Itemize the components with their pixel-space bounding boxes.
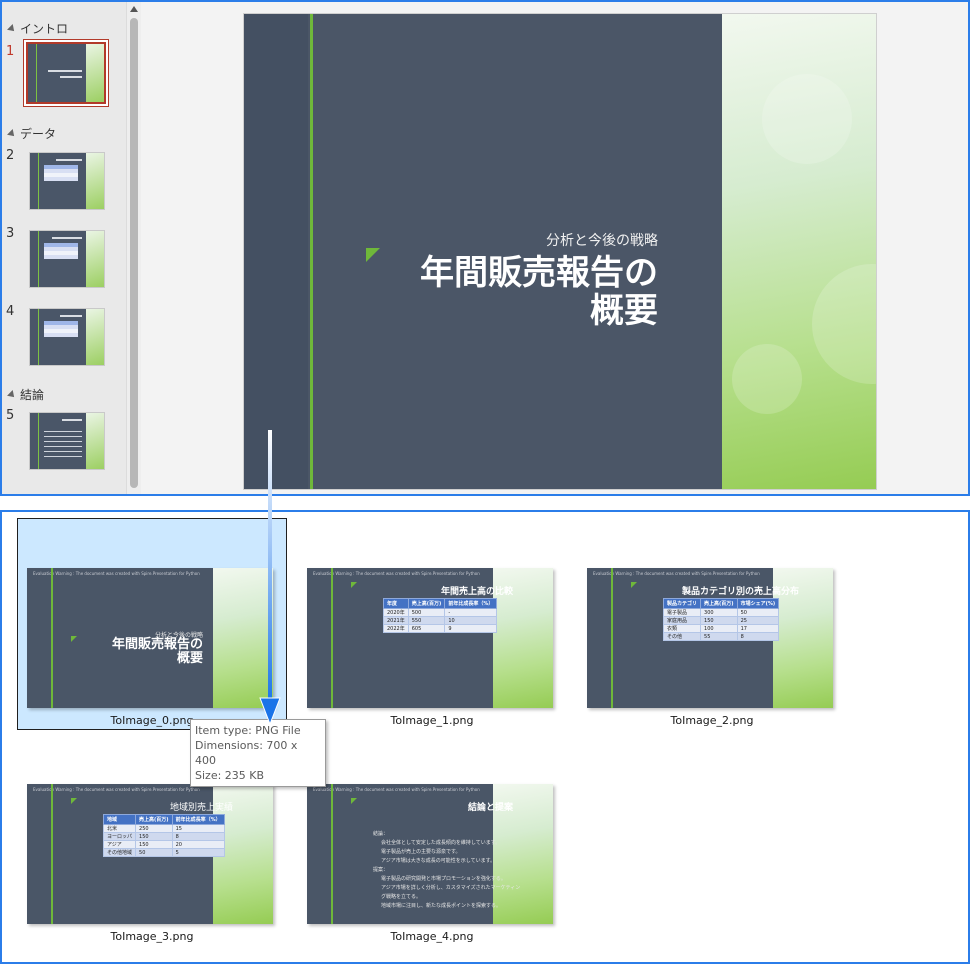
file-thumbnail: Evaluation Warning : The document was cr…	[307, 568, 553, 708]
slide-thumbnail-3[interactable]	[30, 231, 104, 287]
section-label: 結論	[20, 388, 45, 402]
slide-title-line: 年間販売報告の	[420, 253, 658, 293]
collapse-triangle-icon[interactable]	[7, 23, 17, 34]
section-header-conclusion[interactable]: 結論	[7, 386, 45, 403]
slide-subtitle[interactable]: 分析と今後の戦略	[546, 230, 658, 250]
section-header-data[interactable]: データ	[7, 125, 57, 142]
slide-number: 1	[6, 44, 15, 59]
file-info-tooltip: Item type: PNG File Dimensions: 700 x 40…	[190, 719, 326, 787]
file-name-label: ToImage_4.png	[390, 930, 474, 943]
thumb-title: 結論と提案	[467, 803, 513, 813]
section-label: イントロ	[20, 22, 69, 36]
thumb-title: 年間販売報告の 概要	[111, 637, 203, 666]
slide-thumbnail-2[interactable]	[30, 153, 104, 209]
section-label: データ	[20, 127, 57, 141]
slide-green-panel	[722, 14, 876, 489]
thumb-title: 年間売上高の比較	[440, 587, 513, 597]
file-name-label: ToImage_3.png	[110, 930, 194, 943]
thumb-title: 製品カテゴリ別の売上高分布	[681, 587, 799, 597]
slide-number: 3	[6, 226, 15, 241]
slide-number: 4	[6, 304, 15, 319]
drag-down-arrow-icon	[259, 430, 281, 726]
section-header-intro[interactable]: イントロ	[7, 20, 69, 37]
slide-thumbnail-pane: イントロ 1 データ 2 3 4 結論 5	[2, 2, 126, 494]
thumb-title: 地域別売上実績	[169, 803, 233, 813]
thumbnail-scrollbar[interactable]	[126, 2, 141, 494]
collapse-triangle-icon[interactable]	[7, 128, 17, 139]
thumb-table: 年度 売上高(百万) 前年比成長率（%） 2020年 500- 2021年 550 10 …	[383, 598, 498, 633]
scrollbar-thumb[interactable]	[130, 18, 138, 488]
file-item-toimage-0[interactable]: Evaluation Warning : The document was cr…	[17, 518, 287, 730]
file-thumbnail: Evaluation Warning : The document was cr…	[27, 568, 273, 708]
slide-thumbnail-5[interactable]	[30, 413, 104, 469]
tooltip-dimensions: Dimensions: 700 x 400	[195, 739, 298, 767]
file-name-label: ToImage_1.png	[390, 714, 474, 727]
slide-title-line: 概要	[590, 291, 658, 331]
slide-number: 5	[6, 408, 15, 423]
thumb-table: 地域 売上高(百万) 前年比成長率（%） 北米 250 15 ヨーロッパ 150 8 アジア…	[102, 814, 225, 857]
file-thumbnail: Evaluation Warning : The document was cr…	[307, 784, 553, 924]
file-item-toimage-2[interactable]: Evaluation Warning : The document was cr…	[577, 518, 847, 730]
collapse-triangle-icon[interactable]	[7, 389, 17, 400]
presentation-editor: イントロ 1 データ 2 3 4 結論 5 分析と今後の戦略 年間販売報告の 概…	[0, 0, 970, 496]
slide-title[interactable]: 年間販売報告の 概要	[338, 254, 658, 330]
thumb-table: 製品カテゴリ 売上高(百万) 市場シェア(%) 電子製品 300 50 家庭用品 150 2…	[662, 598, 780, 641]
file-explorer-view: Evaluation Warning : The document was cr…	[0, 510, 970, 964]
file-name-label: ToImage_2.png	[670, 714, 754, 727]
thumb-bullets: 結論： 会社全体として安定した成長傾向を維持しています。 電子製品が売上の主要な…	[373, 831, 521, 909]
tooltip-size: Size: 235 KB	[195, 769, 265, 782]
slide-thumbnail-1[interactable]	[28, 44, 104, 102]
file-thumbnail: Evaluation Warning : The document was cr…	[587, 568, 833, 708]
file-thumbnail: Evaluation Warning : The document was cr…	[27, 784, 273, 924]
slide-thumbnail-4[interactable]	[30, 309, 104, 365]
file-item-toimage-1[interactable]: Evaluation Warning : The document was cr…	[297, 518, 567, 730]
scroll-up-arrow-icon[interactable]	[130, 6, 138, 12]
file-item-toimage-4[interactable]: Evaluation Warning : The document was cr…	[297, 734, 567, 946]
slide-number: 2	[6, 148, 15, 163]
main-slide-canvas[interactable]: 分析と今後の戦略 年間販売報告の 概要	[244, 14, 876, 489]
